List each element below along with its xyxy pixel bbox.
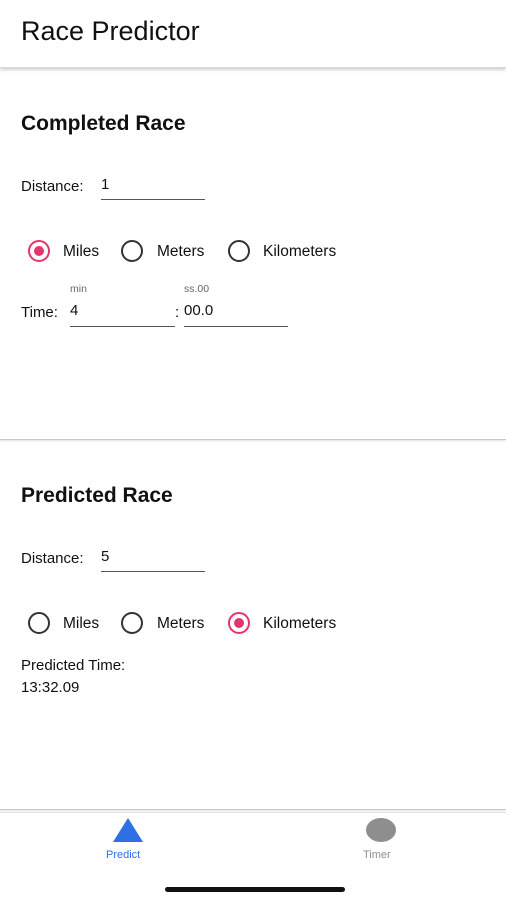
- predicted-race-card: Predicted Race Distance: 5 Miles Meters …: [0, 462, 506, 810]
- completed-race-card: Completed Race Distance: 1 Miles Meters …: [0, 90, 506, 440]
- completed-meters-radio[interactable]: [121, 240, 143, 262]
- completed-distance-underline: [101, 199, 205, 200]
- tab-predict[interactable]: Predict: [85, 813, 170, 873]
- completed-meters-label[interactable]: Meters: [157, 243, 204, 261]
- completed-kilometers-label[interactable]: Kilometers: [263, 243, 336, 261]
- app-bar: Race Predictor: [0, 0, 506, 68]
- completed-race-title: Completed Race: [21, 112, 186, 135]
- seconds-input[interactable]: 00.0: [184, 302, 287, 319]
- completed-distance-label: Distance:: [21, 178, 84, 195]
- time-separator: :: [175, 304, 180, 321]
- completed-distance-input[interactable]: 1: [101, 176, 205, 193]
- minutes-underline: [70, 326, 175, 327]
- seconds-underline: [184, 326, 288, 327]
- predicted-distance-label: Distance:: [21, 550, 84, 567]
- completed-kilometers-radio[interactable]: [228, 240, 250, 262]
- predicted-miles-radio[interactable]: [28, 612, 50, 634]
- predicted-distance-input[interactable]: 5: [101, 548, 205, 565]
- home-indicator: [165, 887, 345, 892]
- time-label: Time:: [21, 304, 58, 321]
- minutes-input[interactable]: 4: [70, 302, 174, 319]
- tab-timer[interactable]: Timer: [340, 813, 425, 873]
- circle-icon: [366, 818, 396, 842]
- seconds-hint: ss.00: [184, 283, 210, 295]
- predicted-kilometers-label[interactable]: Kilometers: [263, 615, 336, 633]
- predicted-distance-underline: [101, 571, 205, 572]
- completed-miles-label[interactable]: Miles: [63, 243, 99, 261]
- completed-miles-radio[interactable]: [28, 240, 50, 262]
- page-title: Race Predictor: [21, 16, 200, 46]
- tab-predict-label: Predict: [106, 849, 141, 861]
- predicted-time-value: 13:32.09: [21, 679, 80, 696]
- predicted-race-title: Predicted Race: [21, 484, 173, 507]
- predicted-miles-label[interactable]: Miles: [63, 615, 99, 633]
- predicted-meters-radio[interactable]: [121, 612, 143, 634]
- predicted-kilometers-radio[interactable]: [228, 612, 250, 634]
- triangle-icon: [113, 818, 143, 842]
- min-hint: min: [70, 283, 87, 295]
- predicted-time-label: Predicted Time:: [21, 657, 126, 674]
- predicted-meters-label[interactable]: Meters: [157, 615, 204, 633]
- tab-timer-label: Timer: [363, 849, 391, 861]
